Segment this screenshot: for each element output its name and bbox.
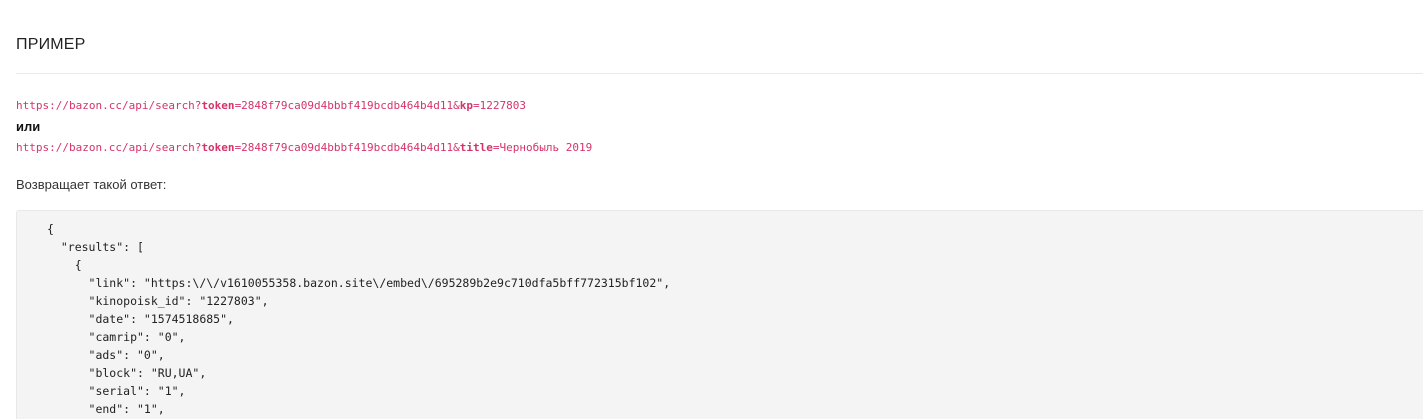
url-param-token-name: token bbox=[201, 141, 235, 154]
code-line: "end": "1", bbox=[47, 402, 165, 416]
url-param-token-value: =2848f79ca09d4bbbf419bcdb464b4d11& bbox=[234, 141, 460, 154]
code-line: "ads": "0", bbox=[47, 348, 165, 362]
url-param-title-name: title bbox=[459, 141, 493, 154]
code-line: "kinopoisk_id": "1227803", bbox=[47, 294, 269, 308]
code-line: "block": "RU,UA", bbox=[47, 366, 207, 380]
url-param-kp-name: kp bbox=[459, 99, 473, 112]
url-param-title-value: =Чернобыль 2019 bbox=[492, 141, 593, 154]
code-line: { bbox=[47, 258, 82, 272]
code-line: "date": "1574518685", bbox=[47, 312, 234, 326]
response-intro-text: Возвращает такой ответ: bbox=[16, 177, 167, 192]
response-code-block[interactable]: { "results": [ { "link": "https:\/\/v161… bbox=[16, 210, 1423, 419]
code-line: "results": [ bbox=[47, 240, 144, 254]
example-url-by-title[interactable]: https://bazon.cc/api/search?token=2848f7… bbox=[16, 141, 592, 155]
code-line: "camrip": "0", bbox=[47, 330, 186, 344]
url-param-kp-value: =1227803 bbox=[472, 99, 526, 112]
url-base: https://bazon.cc/api/search? bbox=[16, 99, 202, 112]
code-line: { bbox=[47, 222, 54, 236]
or-label: или bbox=[16, 119, 41, 134]
url-param-token-value: =2848f79ca09d4bbbf419bcdb464b4d11& bbox=[234, 99, 460, 112]
code-line: "serial": "1", bbox=[47, 384, 186, 398]
section-title: ПРИМЕР bbox=[16, 36, 86, 53]
example-url-by-kp[interactable]: https://bazon.cc/api/search?token=2848f7… bbox=[16, 99, 526, 113]
url-param-token-name: token bbox=[201, 99, 235, 112]
url-base: https://bazon.cc/api/search? bbox=[16, 141, 202, 154]
section-divider bbox=[16, 73, 1423, 74]
code-line: "link": "https:\/\/v1610055358.bazon.sit… bbox=[47, 276, 671, 290]
